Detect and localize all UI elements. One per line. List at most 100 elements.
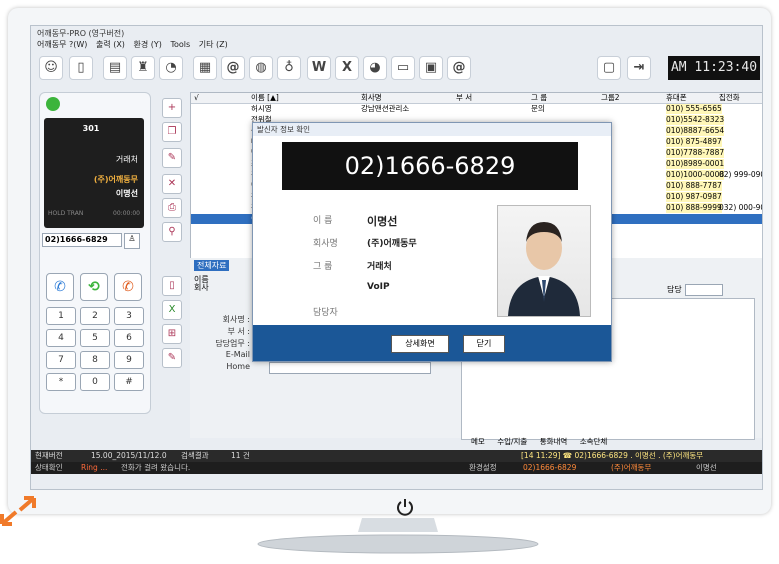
phone-status-icon: [46, 97, 60, 111]
phone-company: (주)어깨동무: [93, 175, 138, 184]
bottom-tabs: 메모 수입/지출 통화내역 소속단체: [471, 436, 617, 447]
col-company[interactable]: 회사명: [361, 93, 382, 103]
tab-call-history[interactable]: 통화내역: [540, 437, 568, 446]
toolbar: ☺ ▯ ▤ ♜ ◔ ▦ @ ◍ ♁ W X ◕ ▭ ▣ @ ▢ ⇥ AM 11:…: [31, 52, 762, 86]
mobile-icon[interactable]: ▯: [69, 56, 93, 80]
transfer-button[interactable]: ⟲: [80, 273, 108, 301]
settings-label[interactable]: 환경설정: [469, 462, 497, 474]
phone-group: 거래처: [115, 155, 138, 164]
hangup-button[interactable]: ✆: [114, 273, 142, 301]
key-2[interactable]: 2: [80, 307, 110, 325]
dial-icon[interactable]: ⊞: [162, 324, 182, 344]
company-label: 회사명 :: [222, 315, 250, 324]
printer-icon[interactable]: ⎙: [162, 198, 182, 218]
chat-icon[interactable]: ◔: [159, 56, 183, 80]
call-button[interactable]: ✆: [46, 273, 74, 301]
table-cell: 010) 555-6565: [666, 104, 722, 114]
dialog-footer: 상세화면 닫기: [253, 325, 611, 361]
tab-income[interactable]: 수입/지출: [497, 437, 527, 446]
menu-tools[interactable]: Tools: [170, 40, 190, 49]
copy-icon[interactable]: ❐: [162, 122, 182, 142]
key-5[interactable]: 5: [80, 329, 110, 347]
call-log-line[interactable]: [14 11:29] ☎ 02)1666-6829 . 이명선 . (주)어깨동…: [521, 450, 703, 462]
col-group[interactable]: 그 룹: [531, 93, 547, 103]
web-icon[interactable]: ◕: [363, 56, 387, 80]
memo-icon[interactable]: ▣: [419, 56, 443, 80]
add-contact-icon[interactable]: +: [162, 98, 182, 118]
tab-all-data[interactable]: 전체자료: [194, 260, 230, 271]
delete-icon[interactable]: ✕: [162, 174, 182, 194]
table-cell: 010) 888-7787: [666, 181, 722, 191]
key-hash[interactable]: #: [114, 373, 144, 391]
key-3[interactable]: 3: [114, 307, 144, 325]
key-0[interactable]: 0: [80, 373, 110, 391]
caller-name: 이명선: [367, 215, 398, 228]
window-title: 어깨동무-PRO (영구버전): [37, 29, 125, 38]
table-cell: 010) 888-9999: [666, 203, 722, 213]
col-dept[interactable]: 부 서: [456, 93, 472, 103]
print-icon[interactable]: ▭: [391, 56, 415, 80]
menu-etc[interactable]: 기타 (Z): [199, 40, 228, 49]
version-label: 현재버전: [35, 451, 63, 460]
home-field[interactable]: [269, 362, 431, 374]
monitor-icon[interactable]: ▢: [597, 56, 621, 80]
search-icon[interactable]: ⚲: [162, 222, 182, 242]
status-bar-bottom: 상태확인 Ring ... 전화가 걸려 왔습니다. 환경설정 02)1666-…: [31, 462, 762, 474]
note-edit-icon[interactable]: ✎: [162, 348, 182, 368]
phone-book-icon[interactable]: ▯: [162, 276, 182, 296]
phone-name: 이명선: [115, 189, 138, 198]
email-icon[interactable]: @: [447, 56, 471, 80]
exit-icon[interactable]: ⇥: [627, 56, 651, 80]
manager-select[interactable]: [685, 284, 723, 296]
dept-label: 부 서 :: [227, 327, 250, 336]
table-cell: 010)8989-0001: [666, 159, 725, 169]
key-9[interactable]: 9: [114, 351, 144, 369]
search-result-label: 검색결과: [181, 451, 209, 460]
menu-print[interactable]: 출력 (X): [96, 40, 125, 49]
excel-export-icon[interactable]: X: [162, 300, 182, 320]
user-icon[interactable]: ☺: [39, 56, 63, 80]
tab-groups[interactable]: 소속단체: [580, 437, 608, 446]
key-star[interactable]: *: [46, 373, 76, 391]
col-mobile[interactable]: 휴대폰: [666, 93, 687, 103]
key-1[interactable]: 1: [46, 307, 76, 325]
dialog-close-button[interactable]: 닫기: [463, 335, 505, 353]
edit-icon[interactable]: ✎: [162, 148, 182, 168]
menu-main[interactable]: 어깨동무 ?(W): [37, 40, 87, 49]
table-cell: 010) 987-0987: [666, 192, 722, 202]
key-8[interactable]: 8: [80, 351, 110, 369]
table-row[interactable]: 허시영 강남맨션관리소 문의 010) 555-6565: [191, 104, 762, 114]
monitor-frame: 어깨동무-PRO (영구버전) 어깨동무 ?(W) 출력 (X) 환경 (Y) …: [8, 8, 771, 516]
version-value: 15.00_2015/11/12.0: [91, 451, 167, 460]
home-label: Home: [226, 362, 250, 371]
task-label: 담당업무 :: [215, 339, 250, 348]
bag-icon[interactable]: ♜: [131, 56, 155, 80]
call-timer: 00:00:00: [113, 210, 140, 217]
contact-lookup-icon[interactable]: ♙: [124, 233, 140, 249]
col-group2[interactable]: 그룹2: [601, 93, 620, 103]
menu-env[interactable]: 환경 (Y): [133, 40, 161, 49]
tran-label[interactable]: TRAN: [67, 210, 83, 217]
power-icon[interactable]: [396, 498, 414, 516]
menu-bar: 어깨동무 ?(W) 출력 (X) 환경 (Y) Tools 기타 (Z): [31, 39, 762, 51]
tab-memo[interactable]: 메모: [471, 437, 485, 446]
excel-icon[interactable]: X: [335, 56, 359, 80]
phone-panel: 3 0 1 거래처 (주)어깨동무 이명선 HOLD TRAN 00:00:00 0…: [39, 92, 151, 414]
note-icon[interactable]: ▤: [103, 56, 127, 80]
key-6[interactable]: 6: [114, 329, 144, 347]
hold-label[interactable]: HOLD: [48, 210, 65, 217]
key-7[interactable]: 7: [46, 351, 76, 369]
calendar-icon[interactable]: ▦: [193, 56, 217, 80]
status-check-label: 상태확인: [35, 463, 63, 472]
col-name[interactable]: 이름 [▲]: [251, 93, 279, 103]
caller-company: (주)어깨동무: [367, 239, 417, 249]
word-icon[interactable]: W: [307, 56, 331, 80]
detail-view-button[interactable]: 상세화면: [391, 335, 449, 353]
key-4[interactable]: 4: [46, 329, 76, 347]
dial-number-input[interactable]: 02)1666-6829: [42, 233, 122, 247]
col-home[interactable]: 집전화: [719, 93, 740, 103]
col-check[interactable]: √: [194, 93, 199, 103]
globe-icon[interactable]: ◍: [249, 56, 273, 80]
mic-icon[interactable]: ♁: [277, 56, 301, 80]
at-icon[interactable]: @: [221, 56, 245, 80]
